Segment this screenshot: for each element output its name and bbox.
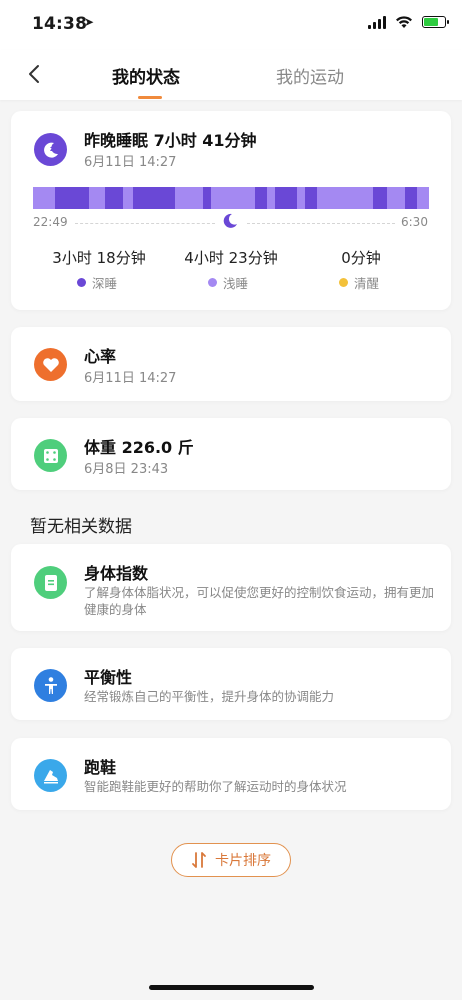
running-shoes-card[interactable]: 跑鞋 智能跑鞋能更好的帮助你了解运动时的身体状况 [11, 738, 451, 810]
weight-title: 体重 226.0 斤 [84, 438, 194, 457]
sleep-end-time: 6:30 [401, 215, 428, 229]
body-index-card[interactable]: 身体指数 了解身体体脂状况，可以促使您更好的控制饮食运动，拥有更加健康的身体 [11, 544, 451, 631]
body-index-title: 身体指数 [84, 564, 149, 583]
light-sleep-value: 4小时 23分钟 [184, 249, 278, 267]
moon-icon [223, 213, 237, 228]
awake-dot [339, 278, 348, 287]
deep-sleep-value: 3小时 18分钟 [52, 249, 146, 267]
deep-sleep-dot [77, 278, 86, 287]
tab-my-sport[interactable]: 我的运动 [276, 63, 344, 88]
location-arrow-icon: ➤ [84, 15, 95, 29]
balance-desc: 经常锻炼自己的平衡性，提升身体的协调能力 [84, 689, 335, 704]
light-sleep-legend: 浅睡 [208, 273, 248, 292]
document-icon [34, 566, 67, 599]
heart-icon [34, 348, 67, 381]
running-shoes-desc: 智能跑鞋能更好的帮助你了解运动时的身体状况 [84, 779, 347, 794]
scale-icon [34, 439, 67, 472]
status-icons [368, 15, 449, 29]
card-sort-label: 卡片排序 [215, 853, 271, 869]
body-index-desc: 了解身体体脂状况，可以促使您更好的控制饮食运动，拥有更加健康的身体 [84, 585, 435, 617]
running-shoes-title: 跑鞋 [84, 758, 117, 777]
awake-value: 0分钟 [341, 249, 381, 267]
status-bar: 14:38 ➤ [0, 0, 462, 50]
svg-text:z: z [50, 145, 54, 153]
heart-rate-card[interactable]: 心率 6月11日 14:27 [11, 327, 451, 401]
weight-card[interactable]: 体重 226.0 斤 6月8日 23:43 [11, 418, 451, 490]
awake-legend: 清醒 [339, 273, 379, 292]
card-sort-button[interactable]: 卡片排序 [171, 843, 291, 877]
wifi-icon [396, 16, 412, 28]
tab-my-status[interactable]: 我的状态 [112, 63, 180, 88]
deep-sleep-legend: 深睡 [77, 273, 117, 292]
no-data-section-title: 暂无相关数据 [30, 517, 132, 537]
sleep-card[interactable]: z 昨晚睡眠 7小时 41分钟 6月11日 14:27 22:49 6:30 3… [11, 111, 451, 310]
heart-rate-title: 心率 [84, 347, 117, 366]
shoe-icon [34, 759, 67, 792]
sleep-date: 6月11日 14:27 [84, 155, 177, 170]
sleep-moon-icon: z [34, 133, 67, 166]
light-sleep-dot [208, 278, 217, 287]
heart-rate-date: 6月11日 14:27 [84, 371, 177, 386]
balance-title: 平衡性 [84, 668, 133, 687]
active-tab-indicator [138, 96, 162, 99]
back-chevron-icon[interactable] [24, 62, 46, 86]
sleep-stage-bar [33, 187, 429, 209]
sort-arrows-icon [192, 852, 206, 868]
balance-card[interactable]: 平衡性 经常锻炼自己的平衡性，提升身体的协调能力 [11, 648, 451, 720]
weight-date: 6月8日 23:43 [84, 462, 169, 477]
sleep-start-time: 22:49 [33, 215, 68, 229]
status-time: 14:38 [32, 14, 88, 34]
person-balance-icon [34, 669, 67, 702]
top-navigation: 我的状态 我的运动 [0, 50, 462, 100]
home-indicator[interactable] [149, 985, 314, 990]
battery-charging-icon [422, 16, 449, 28]
cellular-signal-icon [368, 15, 386, 29]
sleep-title: 昨晚睡眠 7小时 41分钟 [84, 131, 257, 150]
